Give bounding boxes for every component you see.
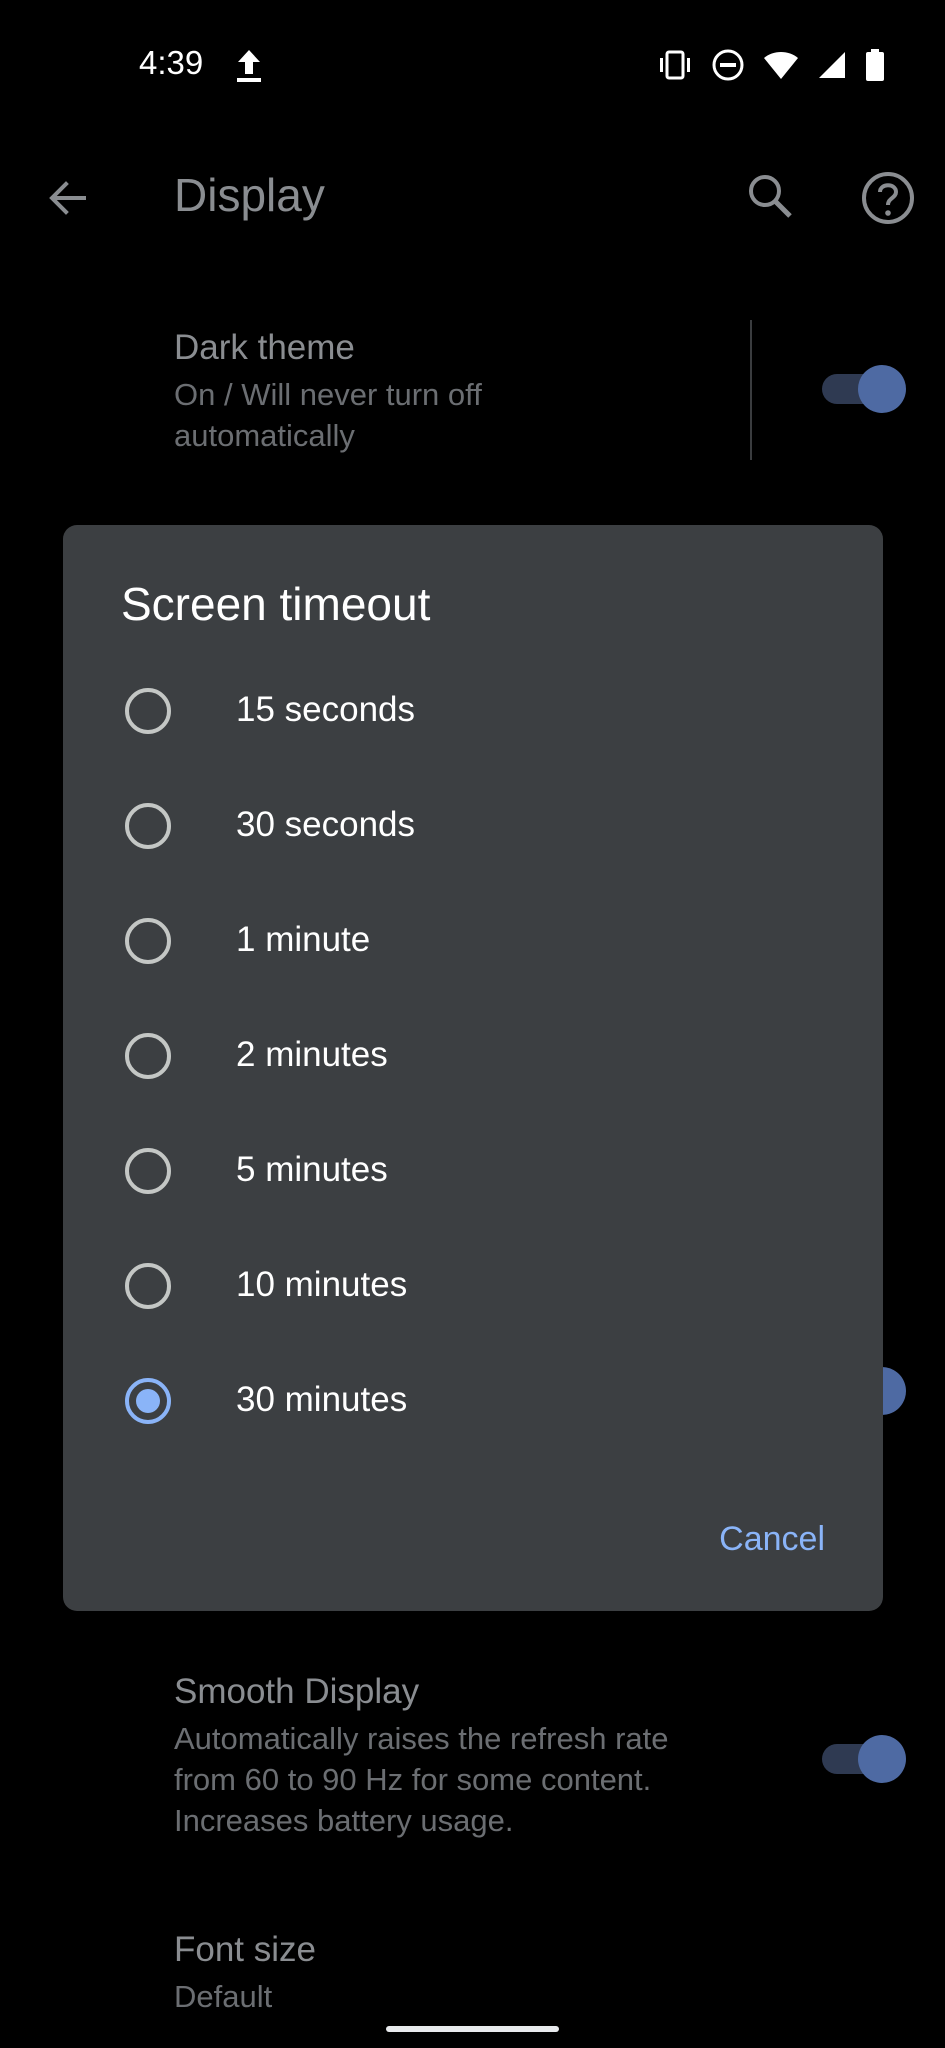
page-title: Display xyxy=(174,169,325,221)
upload-icon xyxy=(237,50,261,82)
smooth-display-title: Smooth Display xyxy=(174,1672,420,1711)
status-bar: 4:39 xyxy=(0,0,945,130)
font-size-preference[interactable]: Font size Default xyxy=(174,1930,674,2017)
dark-theme-preference[interactable]: Dark theme On / Will never turn off auto… xyxy=(174,328,574,456)
radio-unchecked-icon[interactable] xyxy=(123,801,173,851)
option-2-minutes[interactable]: 2 minutes xyxy=(63,1001,883,1111)
option-label: 5 minutes xyxy=(236,1150,388,1189)
radio-unchecked-icon[interactable] xyxy=(123,1261,173,1311)
option-label: 1 minute xyxy=(236,920,371,959)
option-label: 2 minutes xyxy=(236,1035,388,1074)
screen-timeout-dialog: Screen timeout 15 seconds 30 seconds 1 min… xyxy=(63,525,883,1611)
font-size-summary: Default xyxy=(174,1979,273,2014)
option-5-minutes[interactable]: 5 minutes xyxy=(63,1116,883,1226)
search-icon[interactable] xyxy=(742,168,798,224)
option-label: 30 minutes xyxy=(236,1380,408,1419)
dark-theme-summary: On / Will never turn off automatically xyxy=(174,377,482,453)
smooth-display-preference[interactable]: Smooth Display Automatically raises the … xyxy=(174,1672,734,1841)
status-time: 4:39 xyxy=(139,44,204,81)
smooth-display-toggle[interactable] xyxy=(822,1735,906,1783)
option-label: 30 seconds xyxy=(236,805,416,844)
do-not-disturb-icon xyxy=(712,49,744,81)
font-size-title: Font size xyxy=(174,1930,316,1969)
radio-unchecked-icon[interactable] xyxy=(123,686,173,736)
dark-theme-toggle[interactable] xyxy=(822,365,906,413)
radio-unchecked-icon[interactable] xyxy=(123,916,173,966)
option-10-minutes[interactable]: 10 minutes xyxy=(63,1231,883,1341)
cellular-signal-icon xyxy=(819,52,845,78)
wifi-icon xyxy=(764,52,798,79)
option-label: 15 seconds xyxy=(236,690,416,729)
radio-checked-icon[interactable] xyxy=(123,1376,173,1426)
back-arrow-icon[interactable] xyxy=(40,170,96,226)
cancel-button[interactable]: Cancel xyxy=(719,1520,825,1559)
dialog-title: Screen timeout xyxy=(121,578,431,630)
radio-unchecked-icon[interactable] xyxy=(123,1146,173,1196)
option-30-minutes[interactable]: 30 minutes xyxy=(63,1346,883,1456)
option-30-seconds[interactable]: 30 seconds xyxy=(63,771,883,881)
help-icon[interactable] xyxy=(858,168,918,228)
battery-icon xyxy=(866,49,884,81)
home-indicator[interactable] xyxy=(386,2026,559,2032)
option-1-minute[interactable]: 1 minute xyxy=(63,886,883,996)
app-bar: Display xyxy=(0,150,945,240)
dark-theme-title: Dark theme xyxy=(174,328,355,367)
smooth-display-summary: Automatically raises the refresh rate fr… xyxy=(174,1721,669,1838)
preference-divider xyxy=(750,320,752,460)
radio-unchecked-icon[interactable] xyxy=(123,1031,173,1081)
vibrate-icon xyxy=(660,50,690,80)
option-15-seconds[interactable]: 15 seconds xyxy=(63,656,883,766)
option-label: 10 minutes xyxy=(236,1265,408,1304)
